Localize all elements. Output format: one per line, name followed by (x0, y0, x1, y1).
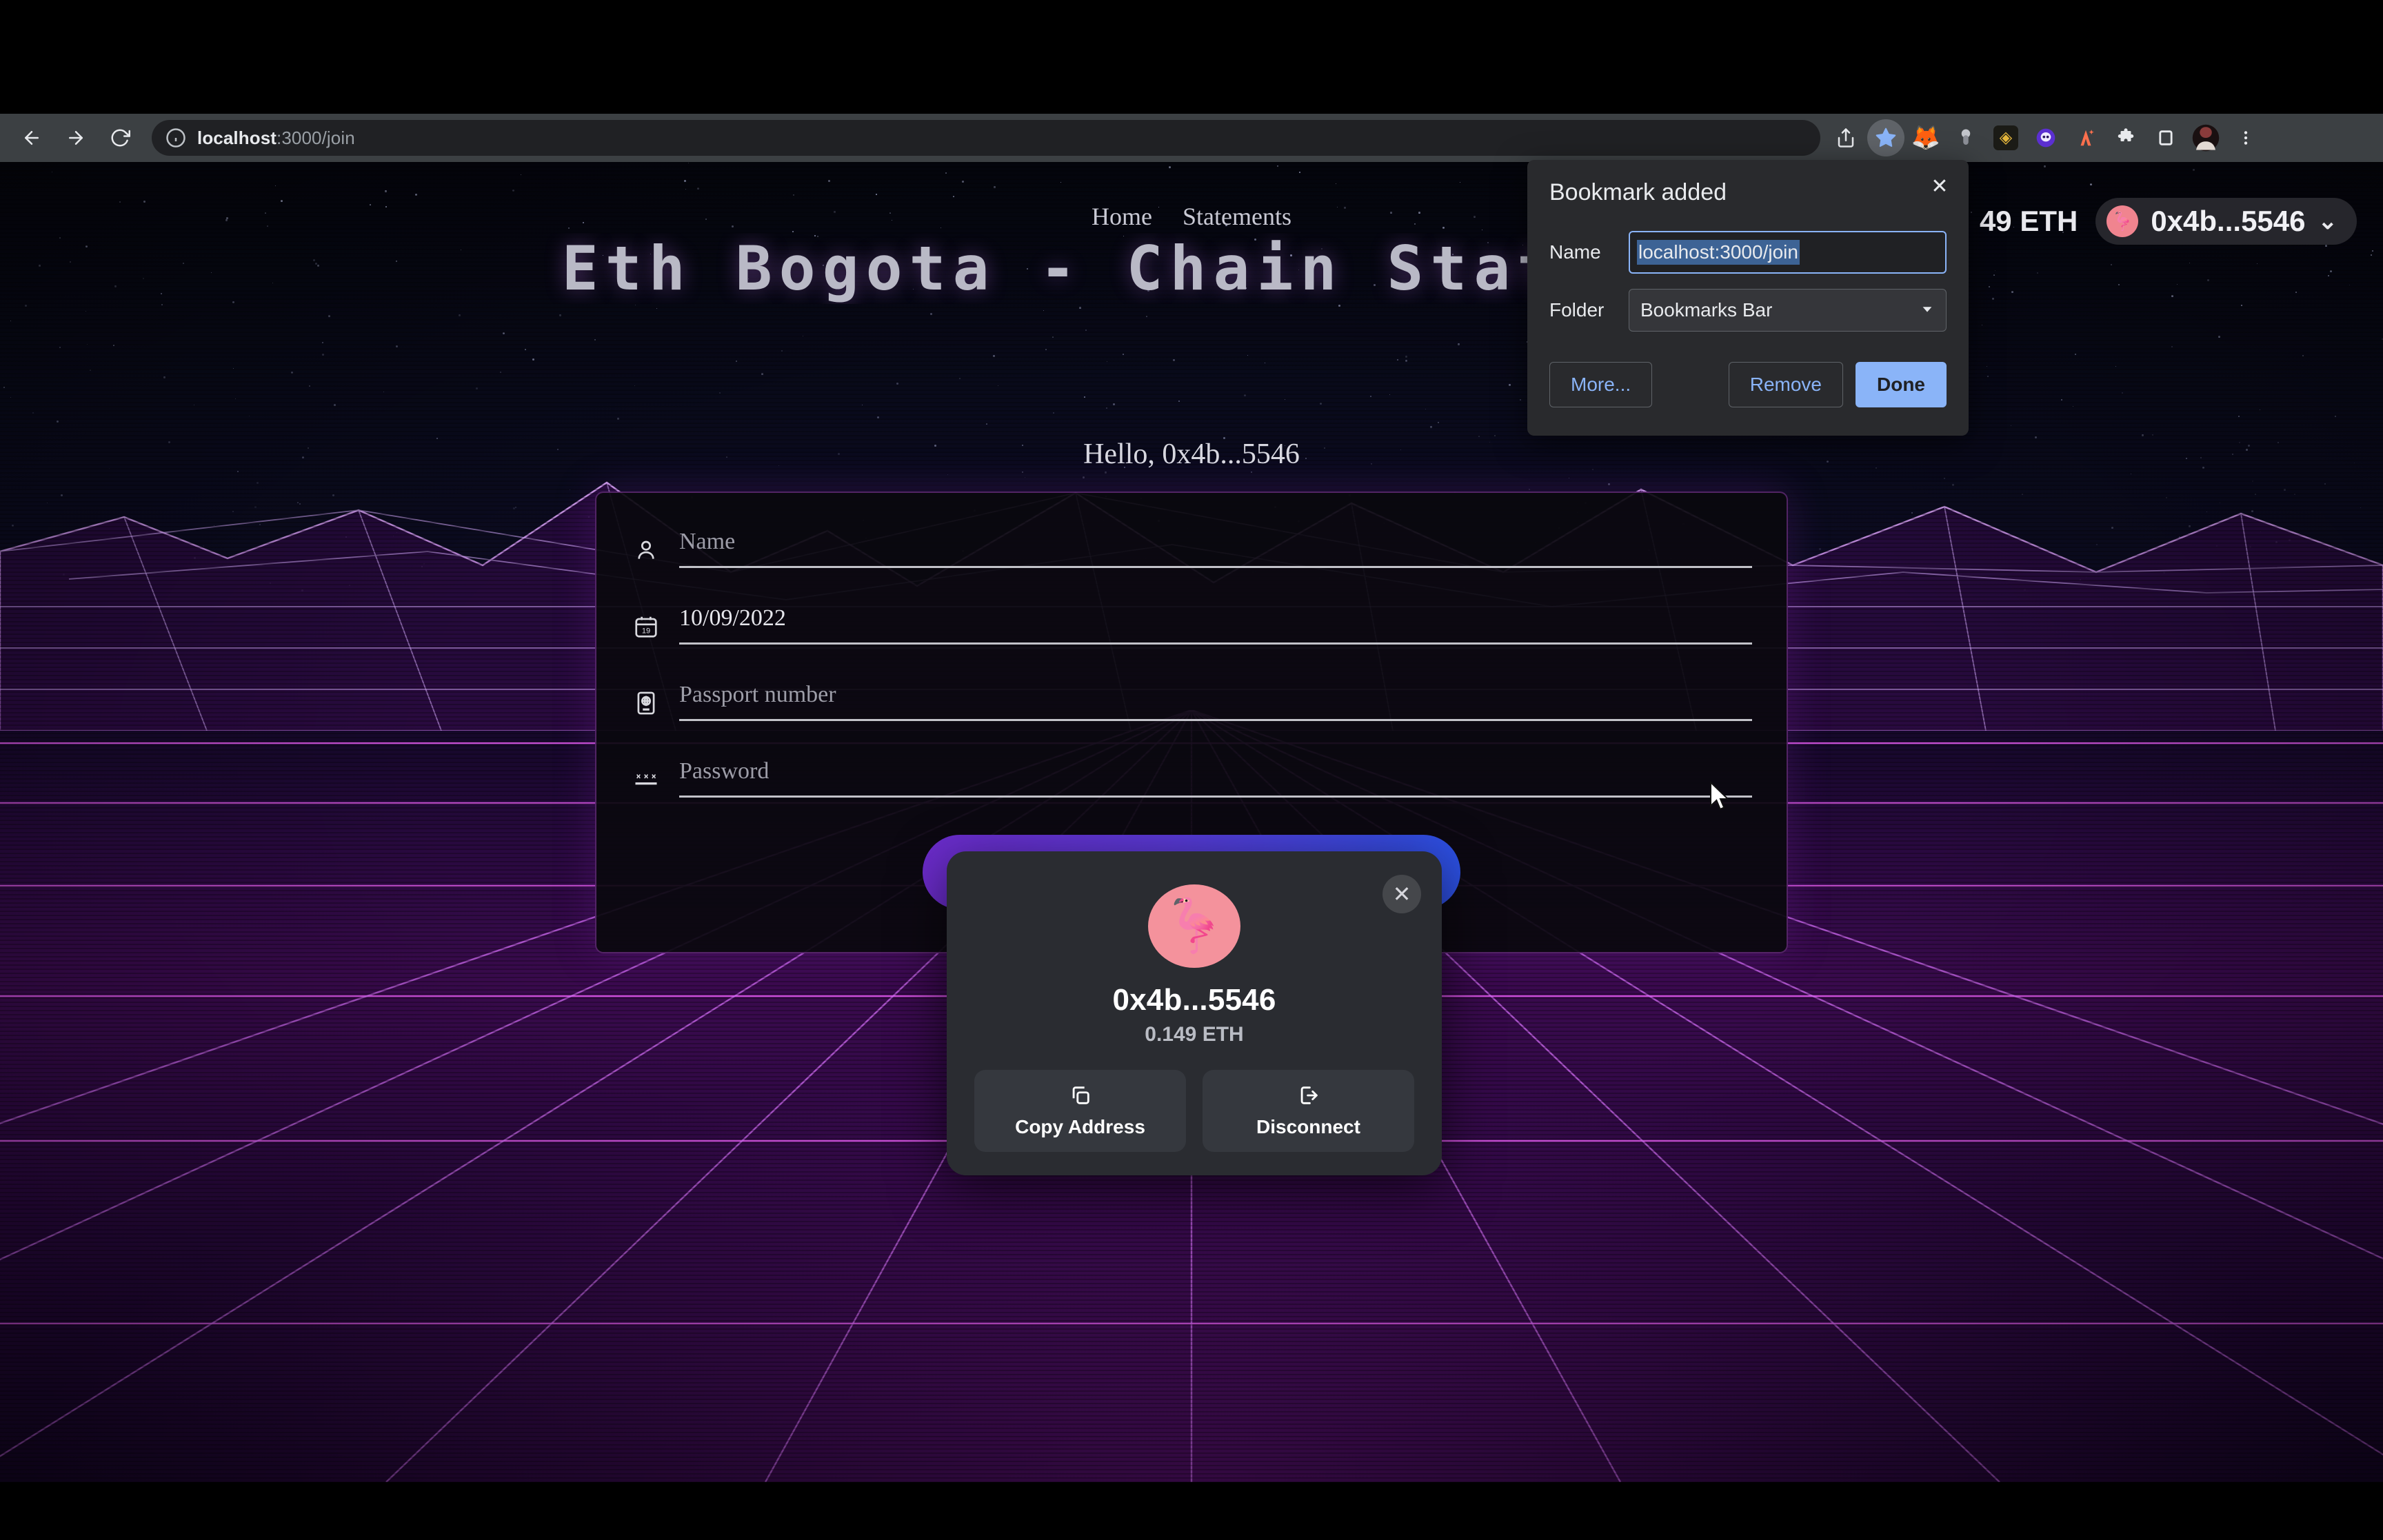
bookmark-star-icon[interactable] (1867, 119, 1904, 156)
profile-avatar-icon[interactable] (2187, 119, 2224, 156)
ghost-extension-icon[interactable] (2027, 119, 2064, 156)
shield-crest-extension-icon[interactable]: ◈ (1987, 119, 2024, 156)
chrome-menu-kebab-icon[interactable] (2227, 119, 2264, 156)
mouse-cursor (1710, 781, 1730, 811)
side-panel-icon[interactable] (2147, 119, 2184, 156)
extensions-puzzle-icon[interactable] (2107, 119, 2144, 156)
nav-statements[interactable]: Statements (1183, 202, 1291, 231)
url-host: localhost (197, 127, 277, 148)
name-input-underline: Name (679, 529, 1752, 568)
pill-extension-icon[interactable] (1947, 119, 1984, 156)
wallet-balance: 0.149 ETH (1145, 1023, 1244, 1046)
password-field-row[interactable]: Password (631, 758, 1752, 798)
bookmark-folder-label: Folder (1549, 299, 1605, 321)
password-input-placeholder: Password (679, 758, 770, 784)
passport-input-underline: Passport number (679, 682, 1752, 721)
browser-toolbar: localhost:3000/join 🦊 ◈ (0, 114, 2383, 162)
wallet-address: 0x4b...5546 (1112, 983, 1276, 1017)
logout-icon (1297, 1084, 1320, 1109)
name-field-row[interactable]: Name (631, 529, 1752, 568)
passport-input-placeholder: Passport number (679, 682, 836, 707)
date-input-value: 10/09/2022 (679, 605, 786, 631)
bookmark-dialog-actions: More... Remove Done (1549, 362, 1947, 407)
date-input-underline: 10/09/2022 (679, 605, 1752, 645)
close-icon[interactable]: ✕ (1926, 172, 1953, 200)
password-input-underline: Password (679, 758, 1752, 798)
bookmark-name-label: Name (1549, 241, 1601, 263)
password-dots-icon (631, 762, 661, 798)
greeting-text: Hello, 0x4b...5546 (1083, 438, 1300, 470)
url-path: :3000/join (276, 127, 355, 148)
bookmark-folder-value: Bookmarks Bar (1640, 299, 1773, 321)
web-page: Home Statements 49 ETH 🦩 0x4b...5546 ⌄ E… (0, 162, 2383, 1482)
chevron-down-icon (1920, 299, 1935, 321)
passport-icon (631, 685, 661, 721)
address-bar[interactable]: localhost:3000/join (152, 120, 1820, 156)
copy-address-button[interactable]: Copy Address (974, 1070, 1186, 1152)
page-title: Eth Bogota - Chain Statements (561, 233, 1822, 304)
bookmark-folder-row: Folder Bookmarks Bar (1549, 289, 1947, 332)
chevron-down-icon: ⌄ (2317, 208, 2338, 234)
reload-icon[interactable] (101, 119, 139, 157)
bookmark-more-button[interactable]: More... (1549, 362, 1653, 407)
metamask-fox-glyph: 🦊 (1911, 125, 1941, 151)
flamingo-avatar-icon: 🦩 (1148, 884, 1240, 968)
argent-sparkle-extension-icon[interactable] (2067, 119, 2104, 156)
bookmark-name-value: localhost:3000/join (1637, 240, 1800, 265)
svg-text:19: 19 (642, 627, 650, 636)
navigation-buttons (0, 119, 139, 157)
forward-arrow-icon[interactable] (57, 119, 95, 157)
copy-icon (1069, 1084, 1092, 1109)
address-bar-url: localhost:3000/join (197, 128, 355, 149)
shield-crest-glyph: ◈ (1993, 125, 2018, 150)
person-icon (631, 532, 661, 568)
site-info-icon[interactable] (165, 128, 186, 148)
bookmark-name-row: Name localhost:3000/join (1549, 231, 1947, 274)
back-arrow-icon[interactable] (12, 119, 51, 157)
metamask-fox-icon[interactable]: 🦊 (1907, 119, 1944, 156)
passport-field-row[interactable]: Passport number (631, 682, 1752, 721)
name-input-placeholder: Name (679, 529, 736, 554)
bookmark-name-input[interactable]: localhost:3000/join (1629, 231, 1947, 274)
toolbar-extension-icons: 🦊 ◈ (1827, 119, 2273, 156)
bookmark-folder-select[interactable]: Bookmarks Bar (1629, 289, 1947, 332)
copy-address-label: Copy Address (1015, 1116, 1145, 1137)
bookmark-done-button[interactable]: Done (1856, 362, 1947, 407)
calendar-icon: 19 (631, 609, 661, 645)
share-icon[interactable] (1827, 119, 1864, 156)
date-field-row[interactable]: 19 10/09/2022 (631, 605, 1752, 645)
bookmark-remove-button[interactable]: Remove (1728, 362, 1843, 407)
nav-home[interactable]: Home (1092, 202, 1152, 231)
disconnect-label: Disconnect (1256, 1116, 1360, 1137)
screen: localhost:3000/join 🦊 ◈ Home Statements … (0, 0, 2383, 1540)
wallet-account-modal: ✕ 🦩 0x4b...5546 0.149 ETH Copy Address D… (947, 851, 1442, 1175)
bookmark-added-dialog: ✕ Bookmark added Name localhost:3000/joi… (1527, 160, 1969, 436)
bookmark-dialog-title: Bookmark added (1549, 179, 1727, 205)
disconnect-button[interactable]: Disconnect (1203, 1070, 1414, 1152)
close-icon[interactable]: ✕ (1382, 875, 1421, 913)
wallet-modal-actions: Copy Address Disconnect (974, 1070, 1414, 1152)
